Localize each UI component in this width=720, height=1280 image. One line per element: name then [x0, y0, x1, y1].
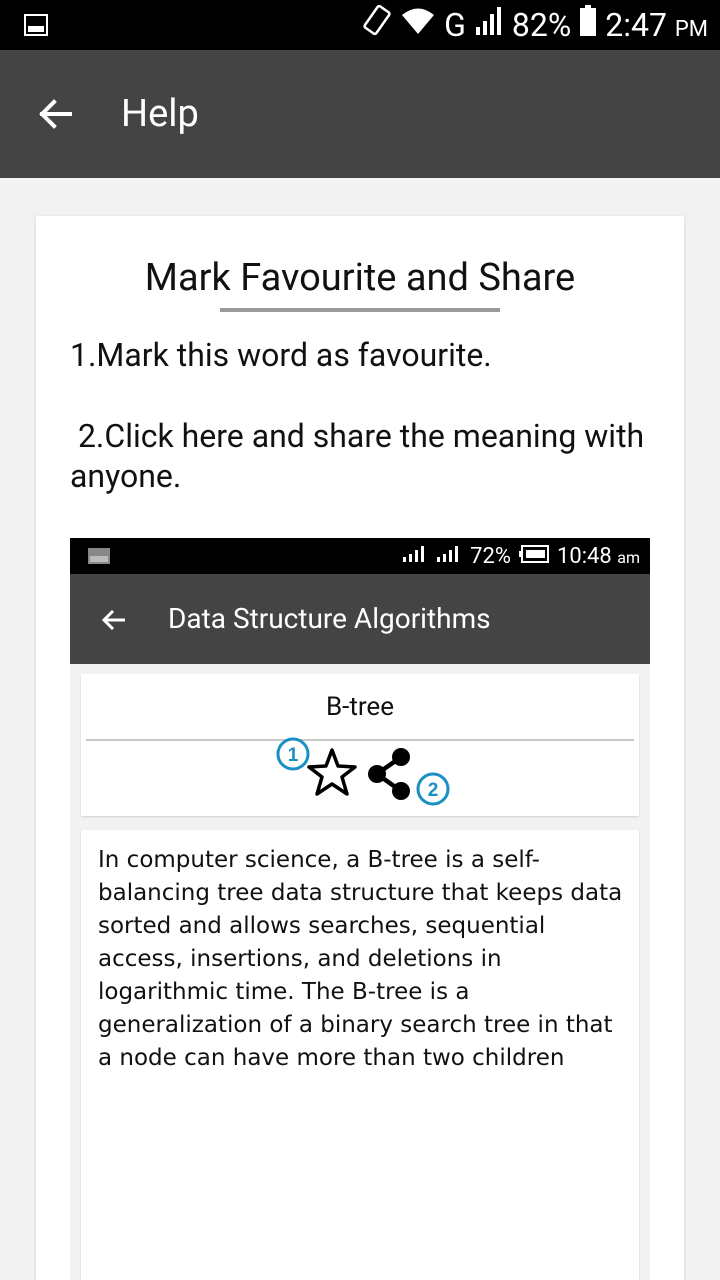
- battery-icon: [579, 5, 597, 45]
- badge-2: 2: [416, 772, 450, 806]
- word-actions: 1 2: [271, 736, 471, 806]
- word-description: In computer science, a B-tree is a self-…: [98, 847, 623, 1071]
- badge-1: 1: [276, 737, 310, 771]
- example-toolbar: Data Structure Algorithms: [70, 574, 650, 664]
- help-card: Mark Favourite and Share 1.Mark this wor…: [36, 216, 684, 1280]
- star-icon: [307, 748, 357, 796]
- word-card: B-tree 1 2: [81, 674, 639, 816]
- back-arrow-icon[interactable]: [36, 94, 76, 134]
- title-underline: [220, 308, 500, 312]
- back-arrow-icon: [100, 606, 128, 634]
- signal-icon: [474, 5, 504, 45]
- example-toolbar-title: Data Structure Algorithms: [168, 602, 491, 635]
- battery-percent: 72%: [470, 543, 511, 569]
- image-notification-icon: [24, 13, 48, 41]
- help-step-2: 2.Click here and share the meaning with …: [70, 417, 653, 495]
- signal-icon-2: [436, 544, 462, 569]
- svg-text:2: 2: [428, 780, 439, 801]
- help-title: Mark Favourite and Share: [144, 256, 576, 300]
- share-icon: [368, 748, 410, 800]
- app-toolbar: Help: [0, 50, 720, 178]
- clock: 10:48 am: [557, 543, 640, 569]
- status-bar: G 82% 2:47 PM: [0, 0, 720, 50]
- network-type: G: [444, 6, 466, 44]
- wifi-icon: [400, 6, 436, 44]
- image-notification-icon: [88, 548, 110, 568]
- clock: 2:47 PM: [605, 6, 708, 44]
- description-card: In computer science, a B-tree is a self-…: [81, 830, 639, 1280]
- word-title: B-tree: [325, 692, 395, 722]
- signal-icon: [402, 544, 428, 569]
- battery-percent: 82%: [511, 6, 572, 44]
- example-status-bar: 72% 10:48 am: [70, 538, 650, 574]
- actions-graphic: 1 2: [276, 737, 450, 806]
- help-step-1: 1.Mark this word as favourite.: [70, 336, 492, 374]
- svg-text:1: 1: [288, 745, 299, 766]
- toolbar-title: Help: [121, 92, 199, 136]
- battery-icon: [519, 544, 549, 569]
- rotation-icon: [362, 4, 392, 46]
- example-screenshot: 72% 10:48 am Data Structure Algorithms B…: [70, 538, 650, 1280]
